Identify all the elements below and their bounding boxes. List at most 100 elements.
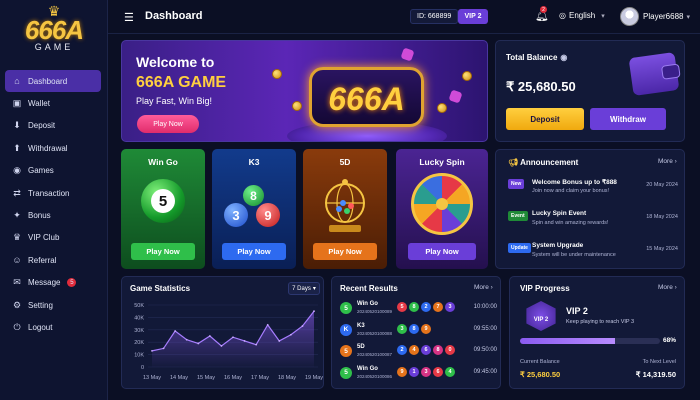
- avatar[interactable]: [620, 7, 639, 26]
- result-ball: 3: [445, 302, 455, 312]
- announcement-more-link[interactable]: More ›: [658, 158, 677, 165]
- spin-wheel-icon: [411, 173, 473, 235]
- play-5d-button[interactable]: Play Now: [313, 243, 377, 260]
- stats-data-point: [185, 338, 188, 341]
- brand-logo[interactable]: ♛ 666A GAME: [10, 4, 98, 60]
- notification-count: 2: [540, 6, 547, 13]
- chevron-down-icon: ▾: [601, 12, 605, 20]
- game-badge-icon: 5: [340, 345, 352, 357]
- announcement-sub: Spin and win amazing rewards!: [532, 220, 609, 226]
- sidebar-item-vip-club[interactable]: ♛ VIP Club: [5, 227, 101, 249]
- range-value: 7 Days: [292, 285, 311, 292]
- vip-progress-panel: VIP Progress More › VIP 2 VIP 2 Keep pla…: [509, 276, 685, 389]
- game-statistics-panel: Game Statistics 7 Days ▾ 0 10K 20K 30K 40K 50K…: [121, 276, 324, 389]
- vip-progress-fill: [520, 338, 616, 344]
- welcome-play-button[interactable]: Play Now: [137, 115, 199, 133]
- play-lucky-spin-button[interactable]: Play Now: [408, 243, 476, 260]
- megaphone-icon: 📢︎: [508, 158, 519, 167]
- vip-badge[interactable]: VIP 2: [458, 9, 488, 24]
- stats-data-point: [232, 336, 234, 339]
- stats-data-point: [151, 349, 153, 352]
- x-tick-label: 19 May: [305, 375, 323, 381]
- eye-icon[interactable]: ◉: [560, 53, 567, 62]
- sidebar-item-transaction[interactable]: ⇄ Transaction: [5, 182, 101, 204]
- announcement-item[interactable]: Event Lucky Spin Event Spin and win amaz…: [508, 210, 678, 232]
- vip-more-link[interactable]: More ›: [658, 284, 677, 291]
- sidebar-nav: ⌂ Dashboard ▣ Wallet ⬇ Deposit ⬆ Withdrawal ◉ Gam…: [5, 70, 101, 339]
- balance-amount: ₹ 25,680.50: [506, 79, 576, 94]
- announcement-panel: 📢︎ Announcement More › New Welcome Bonus…: [495, 149, 685, 269]
- sidebar-item-games[interactable]: ◉ Games: [5, 160, 101, 182]
- stats-data-point: [266, 323, 269, 326]
- range-select[interactable]: 7 Days ▾: [288, 282, 320, 295]
- announcement-item[interactable]: New Welcome Bonus up to ₹888 Join now an…: [508, 178, 678, 200]
- announcement-item[interactable]: Update System Upgrade System will be und…: [508, 242, 678, 264]
- stats-title: Game Statistics: [130, 284, 191, 293]
- users-icon: ☺: [12, 255, 22, 266]
- brand-name: 666A: [24, 15, 84, 45]
- result-game: 5D: [357, 344, 365, 350]
- player-menu[interactable]: Player6688 ▾: [643, 12, 690, 21]
- sidebar-item-dashboard[interactable]: ⌂ Dashboard: [5, 70, 101, 93]
- y-tick-label: 40K: [134, 315, 144, 321]
- announcement-title-row: 📢︎ Announcement: [508, 158, 578, 167]
- result-ball: 3: [421, 366, 431, 377]
- result-row[interactable]: K K3 20240520100088 3 8 9 09:55:00: [340, 321, 497, 341]
- result-ball: 6: [421, 345, 431, 355]
- result-balls: 389: [397, 323, 431, 334]
- k3-ball-icon: 3: [224, 203, 248, 227]
- game-card-wingo[interactable]: Win Go 5 Play Now: [121, 149, 205, 269]
- game-card-5d[interactable]: 5D Play Now: [303, 149, 387, 269]
- announcement-title: Announcement: [520, 158, 579, 167]
- game-badge-icon: 5: [340, 302, 352, 314]
- game-card-lucky-spin[interactable]: Lucky Spin Play Now: [396, 149, 488, 269]
- balance-title: Total Balance: [506, 53, 558, 62]
- deposit-button[interactable]: Deposit: [506, 108, 584, 130]
- result-row[interactable]: 5 Win Go 20240520100086 9 1 3 6 4 09:45:00: [340, 364, 497, 384]
- sidebar-item-referral[interactable]: ☺ Referral: [5, 249, 101, 271]
- language-label: English: [568, 11, 596, 20]
- stats-data-point: [255, 343, 258, 346]
- play-wingo-button[interactable]: Play Now: [131, 243, 195, 260]
- x-tick-label: 13 May: [143, 375, 161, 381]
- chevron-down-icon: ▾: [312, 286, 316, 292]
- result-row[interactable]: 5 5D 20240520100087 2 4 6 8 0 09:50:00: [340, 342, 497, 362]
- sidebar-item-withdrawal[interactable]: ⬆ Withdrawal: [5, 137, 101, 159]
- sidebar-item-logout[interactable]: ⏻ Logout: [5, 316, 101, 338]
- stats-data-point: [197, 342, 200, 345]
- withdraw-button[interactable]: Withdraw: [590, 108, 666, 130]
- sidebar-item-setting[interactable]: ⚙ Setting: [5, 294, 101, 316]
- result-game: K3: [357, 322, 365, 329]
- stats-data-point: [278, 340, 281, 342]
- result-period-id: 20240520100087: [357, 352, 393, 357]
- lottery-ball-icon: 5: [141, 179, 185, 223]
- vip-percent: 68%: [662, 337, 676, 344]
- result-row[interactable]: 5 Win Go 20240520100089 5 8 2 7 3 10:00:00: [340, 299, 497, 319]
- result-ball: 2: [421, 302, 431, 312]
- result-ball: 9: [421, 323, 431, 334]
- result-ball: 2: [397, 345, 407, 355]
- sidebar-item-message[interactable]: ✉ Message 5: [5, 272, 101, 294]
- announcement-heading: Welcome Bonus up to ₹888: [532, 179, 617, 186]
- sidebar-item-label: Dashboard: [28, 76, 68, 86]
- stats-data-point: [208, 335, 211, 337]
- brand-sub: GAME: [34, 42, 74, 52]
- sidebar-item-label: Withdrawal: [28, 143, 68, 153]
- vip-message: Keep playing to reach VIP 3: [566, 319, 635, 325]
- game-card-k3[interactable]: K3 8 3 9 Play Now: [212, 149, 296, 269]
- x-tick-label: 17 May: [251, 375, 269, 381]
- menu-icon[interactable]: ☰: [124, 11, 134, 24]
- announcement-date: 18 May 2024: [646, 214, 678, 220]
- sidebar-item-label: Bonus: [28, 211, 51, 221]
- recent-more-link[interactable]: More ›: [474, 284, 493, 291]
- coin-icon: [437, 103, 447, 113]
- language-selector[interactable]: ◎ English ▾: [559, 11, 605, 20]
- stats-data-point: [162, 347, 165, 350]
- sidebar-item-bonus[interactable]: ✦ Bonus: [5, 204, 101, 226]
- stats-data-point: [313, 310, 315, 313]
- sidebar-item-deposit[interactable]: ⬇ Deposit: [5, 115, 101, 137]
- sidebar-item-wallet[interactable]: ▣ Wallet: [5, 92, 101, 114]
- play-k3-button[interactable]: Play Now: [222, 243, 286, 260]
- sidebar-item-label: Setting: [28, 300, 53, 310]
- sidebar-item-label: Deposit: [28, 121, 56, 131]
